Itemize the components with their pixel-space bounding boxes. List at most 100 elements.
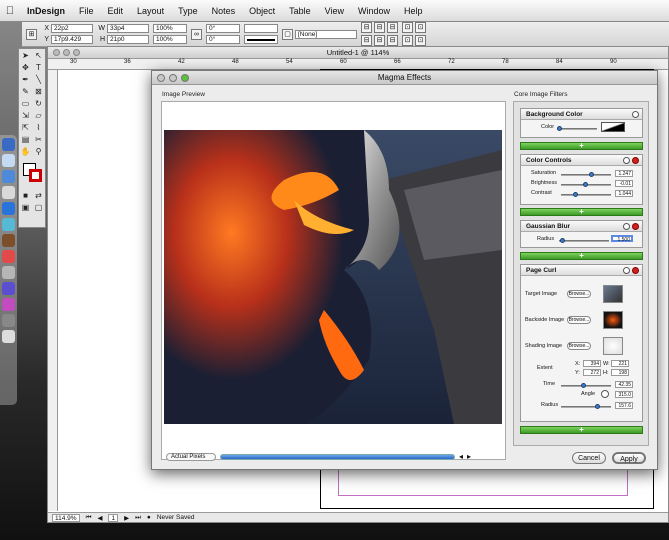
extent-y-value[interactable]: 272 <box>583 369 601 376</box>
menu-file[interactable]: File <box>72 0 101 22</box>
scale-x-field[interactable]: 100% <box>153 24 187 33</box>
zoom-select[interactable]: Actual Pixels <box>166 452 216 461</box>
menu-type[interactable]: Type <box>171 0 205 22</box>
imovie-icon[interactable] <box>2 282 15 295</box>
add-filter-button[interactable]: + <box>520 252 643 260</box>
center-content-icon[interactable]: ⊡ <box>402 35 413 46</box>
curl-radius-slider[interactable] <box>561 404 611 409</box>
pencil-tool-icon[interactable]: ✎ <box>21 87 31 97</box>
target-browse-button[interactable]: Browse... <box>567 290 591 298</box>
scale-tool-icon[interactable]: ⇲ <box>21 111 31 121</box>
cancel-button[interactable]: Cancel <box>572 452 606 464</box>
rect-frame-icon[interactable]: ⊠ <box>34 87 44 97</box>
rotate-field[interactable]: 0° <box>206 24 240 33</box>
ichat-icon[interactable] <box>2 202 15 215</box>
object-style-select[interactable]: [None] <box>295 29 357 39</box>
shear-tool-icon[interactable]: ▱ <box>34 111 44 121</box>
x-field[interactable]: 22p2 <box>51 24 93 33</box>
time-value[interactable]: 42.35 <box>615 381 633 388</box>
frame-fit-icon[interactable]: ⊡ <box>402 22 413 33</box>
stroke-swatch[interactable] <box>244 24 278 33</box>
trash-icon[interactable] <box>2 330 15 343</box>
dialog-close-icon[interactable] <box>157 74 165 82</box>
fill-frame-icon[interactable]: ⊡ <box>415 22 426 33</box>
extent-w-value[interactable]: 221 <box>611 360 629 367</box>
menu-layout[interactable]: Layout <box>130 0 171 22</box>
position-tool-icon[interactable]: ✥ <box>21 63 31 73</box>
time-slider[interactable] <box>561 383 611 388</box>
itunes-icon[interactable] <box>2 218 15 231</box>
rect-tool-icon[interactable]: ▭ <box>21 99 31 109</box>
rotate-tool-icon[interactable]: ↻ <box>34 99 44 109</box>
preview-mode-icon[interactable]: ▢ <box>34 203 44 213</box>
next-page-icon[interactable]: ▶ <box>124 514 129 522</box>
width-field[interactable]: 33p4 <box>107 24 149 33</box>
default-colors-icon[interactable]: ■ <box>21 191 31 201</box>
align-left-icon[interactable]: ⊟ <box>361 22 372 33</box>
shear-field[interactable]: 0° <box>206 35 240 44</box>
menu-app[interactable]: InDesign <box>20 0 72 22</box>
align-center-icon[interactable]: ⊟ <box>374 22 385 33</box>
prev-page-icon[interactable]: ◀ <box>97 514 102 522</box>
scissors-icon[interactable]: ✂ <box>34 135 44 145</box>
add-filter-button[interactable]: + <box>520 142 643 150</box>
preview-image[interactable] <box>164 130 502 424</box>
menu-window[interactable]: Window <box>351 0 397 22</box>
itunes-music-icon[interactable] <box>2 298 15 311</box>
curl-radius-value[interactable]: 157.6 <box>615 402 633 409</box>
scale-y-field[interactable]: 100% <box>153 35 187 44</box>
zoom-icon[interactable] <box>73 49 80 56</box>
iphoto-icon[interactable] <box>2 234 15 247</box>
eyedropper-icon[interactable]: ⌇ <box>34 123 44 133</box>
type-tool-icon[interactable]: T <box>34 63 44 73</box>
align-right-icon[interactable]: ⊟ <box>387 22 398 33</box>
free-transform-icon[interactable]: ⇱ <box>21 123 31 133</box>
extent-x-value[interactable]: 394 <box>583 360 601 367</box>
distribute-center-icon[interactable]: ⊟ <box>374 35 385 46</box>
menu-view[interactable]: View <box>318 0 351 22</box>
distribute-right-icon[interactable]: ⊟ <box>387 35 398 46</box>
hand-tool-icon[interactable]: ✋ <box>21 147 31 157</box>
saturation-value[interactable]: 1.247 <box>615 170 633 177</box>
brightness-value[interactable]: -0.01 <box>615 180 633 187</box>
object-style-icon[interactable]: ▢ <box>282 28 293 40</box>
extent-h-value[interactable]: 198 <box>611 369 629 376</box>
add-filter-button[interactable]: + <box>520 208 643 216</box>
close-icon[interactable] <box>53 49 60 56</box>
minimize-icon[interactable] <box>63 49 70 56</box>
finder-icon[interactable] <box>2 138 15 151</box>
menu-edit[interactable]: Edit <box>101 0 131 22</box>
normal-view-icon[interactable]: ▣ <box>21 203 31 213</box>
first-page-icon[interactable]: ⏮ <box>86 514 92 522</box>
color-slider[interactable] <box>557 126 597 131</box>
info-icon[interactable] <box>623 267 630 274</box>
backside-browse-button[interactable]: Browse... <box>567 316 591 324</box>
color-swatch[interactable] <box>601 122 625 132</box>
direct-select-icon[interactable]: ↖ <box>34 51 44 61</box>
dialog-zoom-icon[interactable] <box>181 74 189 82</box>
menu-table[interactable]: Table <box>282 0 318 22</box>
remove-filter-icon[interactable] <box>632 267 639 274</box>
zoom-tool-icon[interactable]: ⚲ <box>34 147 44 157</box>
page-field[interactable]: 1 <box>108 513 119 522</box>
scroll-left-icon[interactable]: ◂ <box>459 452 463 461</box>
horizontal-scrollbar[interactable] <box>220 453 455 460</box>
zoom-field[interactable]: 114.9% <box>52 513 80 522</box>
angle-dial-icon[interactable] <box>601 390 609 398</box>
fit-content-icon[interactable]: ⊡ <box>415 35 426 46</box>
swap-colors-icon[interactable]: ⇄ <box>34 191 44 201</box>
height-field[interactable]: 21p0 <box>107 35 149 44</box>
info-icon[interactable] <box>632 111 639 118</box>
selection-tool-icon[interactable]: ➤ <box>21 51 31 61</box>
contrast-value[interactable]: 1.044 <box>615 190 633 197</box>
menu-object[interactable]: Object <box>242 0 282 22</box>
y-field[interactable]: 17p9.429 <box>51 35 93 44</box>
saturation-slider[interactable] <box>561 172 611 177</box>
shading-browse-button[interactable]: Browse... <box>567 342 591 350</box>
brightness-slider[interactable] <box>561 182 611 187</box>
blur-radius-value[interactable]: 1.500 <box>611 235 633 243</box>
add-filter-button[interactable]: + <box>520 426 643 434</box>
distribute-left-icon[interactable]: ⊟ <box>361 35 372 46</box>
angle-value[interactable]: 315.0 <box>615 391 633 398</box>
mail-icon[interactable] <box>2 154 15 167</box>
